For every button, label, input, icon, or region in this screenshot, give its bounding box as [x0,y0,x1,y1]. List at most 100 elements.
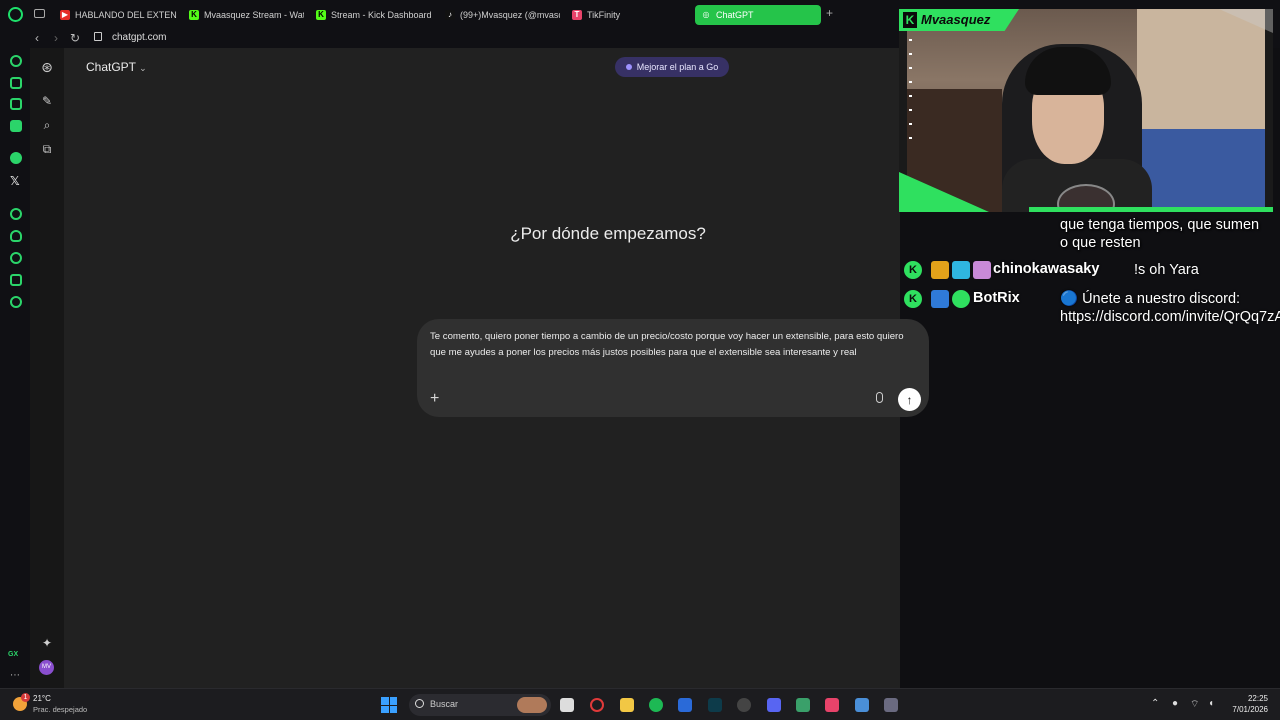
more-icon[interactable]: ⋯ [10,670,20,681]
search-icon [415,699,424,708]
webcam-overlay: K Mvaasquez [899,9,1273,212]
reload-icon[interactable]: ↻ [70,31,80,45]
sparkle-icon[interactable]: ✦ [40,636,54,650]
tab-label: Mvaasquez Stream - Watc [204,10,304,20]
weather-badge: 1 [21,693,30,702]
taskbar-search[interactable]: Buscar [409,694,551,716]
temperature: 21°C [33,694,51,703]
tab-label: (99+)Mvasquez (@mvasq [460,10,560,20]
tiktok-icon: ♪ [445,10,455,20]
task-view-icon[interactable] [560,698,574,712]
history-icon[interactable] [10,252,22,264]
date: 7/01/2026 [1232,705,1268,714]
chevron-up-icon[interactable]: ⌃ [1151,698,1159,709]
tab-youtube[interactable]: ▶ HABLANDO DEL EXTEN [60,5,178,25]
new-tab-button[interactable]: + [824,7,835,19]
tikfinity-icon: T [572,10,582,20]
network-icon[interactable]: ⌔ [1190,698,1199,711]
streamer-name: Mvaasquez [921,12,991,27]
store-app-icon[interactable] [678,698,692,712]
lock-icon [94,32,102,41]
url-field[interactable]: chatgpt.com [112,32,166,43]
tab-label: ChatGPT [716,10,754,20]
x-twitter-icon[interactable]: 𝕏 [10,174,20,188]
gx-icon[interactable]: GX [8,651,18,658]
calculator-icon[interactable] [884,698,898,712]
kick-badge-icon: K [904,261,922,279]
time: 22:25 [1247,694,1268,703]
screen: ▶ HABLANDO DEL EXTEN K Mvaasquez Stream … [0,0,1280,720]
chat-message: 🔵 Únete a nuestro discord: https://disco… [1060,291,1280,325]
whatsapp-icon[interactable] [10,152,22,164]
upgrade-button[interactable]: Mejorar el plan a Go [615,57,729,77]
tab-tikfinity[interactable]: T TikFinity [572,5,652,25]
avatar[interactable]: MV [39,660,54,675]
extensions-icon[interactable] [10,274,22,286]
tab-chatgpt[interactable]: ◎ ChatGPT [695,5,821,25]
tab-label: HABLANDO DEL EXTEN [75,10,177,20]
upgrade-dot-icon [625,64,632,70]
moderator-badge-icon [931,290,949,308]
tab-kick-dashboard[interactable]: K Stream - Kick Dashboard [316,5,436,25]
microphone-icon[interactable] [876,392,883,403]
chat-username: BotRix [973,290,1020,306]
opera-logo-icon[interactable] [8,7,23,22]
settings-icon[interactable] [10,296,22,308]
obs-icon[interactable] [737,698,751,712]
kick-icon: K [189,10,199,20]
discord-icon[interactable] [767,698,781,712]
tab-label: Stream - Kick Dashboard [331,10,432,20]
new-chat-icon[interactable]: ✎ [40,94,54,108]
refresh-sidebar-icon[interactable] [10,55,22,67]
search-label: Buscar [430,699,459,709]
spotify-icon[interactable] [649,698,663,712]
prompt-input[interactable]: Te comento, quiero poner tiempo a cambio… [430,329,916,361]
app-icon[interactable] [796,698,810,712]
kick-icon: K [316,10,326,20]
chat-username: chinokawasaky [993,261,1100,277]
crown-badge-icon [931,261,949,279]
player-icon[interactable] [10,208,22,220]
windows-taskbar: 1 21°C Prac. despejado Buscar ⌃ ● ⌔ ◖ 22… [0,688,1280,720]
aria-icon[interactable] [10,77,22,89]
composer[interactable]: Te comento, quiero poner tiempo a cambio… [417,319,929,417]
openai-logo-icon[interactable]: ⊛ [40,59,54,76]
upgrade-label: Mejorar el plan a Go [636,62,719,72]
tab-manager-icon[interactable] [34,9,45,18]
start-button[interactable] [381,697,397,713]
verified-badge-icon [952,290,970,308]
volume-icon[interactable]: ◖ [1208,698,1214,709]
tab-label: TikFinity [587,10,621,20]
tab-kick-stream[interactable]: K Mvaasquez Stream - Watc [189,5,304,25]
mic-tray-icon[interactable]: ● [1172,698,1178,709]
tiktok-app-icon[interactable] [825,698,839,712]
clock[interactable]: 22:25 7/01/2026 [1226,693,1268,715]
kick-badge-icon: K [904,290,922,308]
hero-heading: ¿Por dónde empezamos? [510,224,706,243]
chevron-down-icon: ⌄ [139,63,147,73]
search-icon[interactable]: ⌕ [40,118,54,133]
back-icon[interactable]: ‹ [35,31,39,45]
messenger-icon[interactable] [10,120,22,132]
search-highlight-image [517,697,547,713]
chatgpt-icon: ◎ [702,10,710,19]
model-label: ChatGPT [86,60,136,74]
notepad-icon[interactable] [855,698,869,712]
plus-icon[interactable]: + [430,390,439,408]
forward-icon[interactable]: › [54,31,58,45]
kick-logo-icon: K [903,12,917,28]
streamer-nametag: K Mvaasquez [899,9,1019,31]
send-button[interactable]: ↑ [898,388,921,411]
store-icon[interactable] [10,98,22,110]
terminal-icon[interactable] [708,698,722,712]
library-icon[interactable]: ⧉ [40,142,54,157]
tab-tiktok[interactable]: ♪ (99+)Mvasquez (@mvasq [445,5,560,25]
file-explorer-icon[interactable] [620,698,634,712]
opera-sidebar: 𝕏 GX ⋯ [0,48,30,688]
chatgpt-sidebar: ⊛ ✎ ⌕ ⧉ ✦ MV [30,48,64,688]
chat-row: K BotRix 🔵 Únete a nuestro discord: http… [904,290,1280,346]
opera-gx-icon[interactable] [590,698,604,712]
model-selector[interactable]: ChatGPT ⌄ [86,60,147,74]
chat-message-continuation: que tenga tiempos, que sumen o que reste… [1060,217,1260,251]
weather-condition: Prac. despejado [33,705,88,714]
